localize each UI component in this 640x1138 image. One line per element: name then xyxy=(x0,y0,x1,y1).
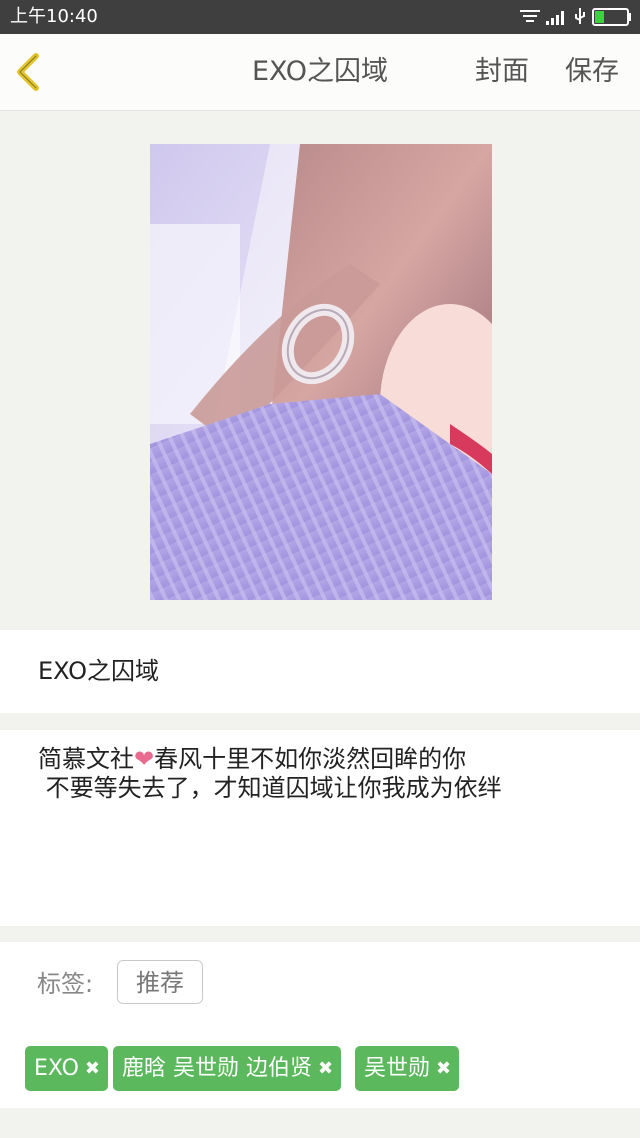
status-bar: 上午10:40 xyxy=(0,0,640,34)
battery-icon xyxy=(592,8,631,26)
book-description-field[interactable]: 简慕文社❤春风十里不如你淡然回眸的你 不要等失去了，才知道囚域让你我成为依绊 xyxy=(0,730,640,926)
signal-icon xyxy=(546,11,564,25)
tag-chip-label: 吴世勋 xyxy=(364,1056,431,1081)
book-title-field[interactable]: EXO之囚域 xyxy=(0,630,640,713)
usb-icon xyxy=(575,8,585,24)
save-button[interactable]: 保存 xyxy=(565,54,619,90)
tag-chip-label: EXO xyxy=(34,1056,79,1081)
status-icons xyxy=(520,7,632,27)
status-time: 上午10:40 xyxy=(10,6,98,27)
remove-tag-icon[interactable]: ✖ xyxy=(85,1046,100,1091)
cover-image[interactable] xyxy=(150,144,492,600)
description-part1: 简慕文社 xyxy=(38,745,134,773)
heart-icon: ❤ xyxy=(134,745,155,773)
tag-chip-label: 鹿晗 吴世勋 边伯贤 xyxy=(122,1056,312,1081)
book-title-text: EXO之囚域 xyxy=(38,657,159,685)
navigation-bar: EXO之囚域 封面 保存 xyxy=(0,34,640,111)
cover-section xyxy=(0,111,640,629)
notification-icon xyxy=(520,10,540,22)
cover-button[interactable]: 封面 xyxy=(475,54,529,90)
tag-chip[interactable]: 吴世勋 ✖ xyxy=(355,1046,460,1091)
tags-label: 标签: xyxy=(37,970,94,998)
remove-tag-icon[interactable]: ✖ xyxy=(436,1046,451,1091)
page-title: EXO之囚域 xyxy=(251,56,389,87)
book-description-text: 简慕文社❤春风十里不如你淡然回眸的你 不要等失去了，才知道囚域让你我成为依绊 xyxy=(38,745,502,803)
tag-chip[interactable]: EXO ✖ xyxy=(25,1046,108,1091)
remove-tag-icon[interactable]: ✖ xyxy=(318,1046,333,1091)
tag-chip[interactable]: 鹿晗 吴世勋 边伯贤 ✖ xyxy=(113,1046,342,1091)
recommend-tag-button[interactable]: 推荐 xyxy=(117,960,203,1004)
tags-section: 标签: 推荐 EXO ✖ 鹿晗 吴世勋 边伯贤 ✖ 吴世勋 ✖ xyxy=(0,942,640,1108)
